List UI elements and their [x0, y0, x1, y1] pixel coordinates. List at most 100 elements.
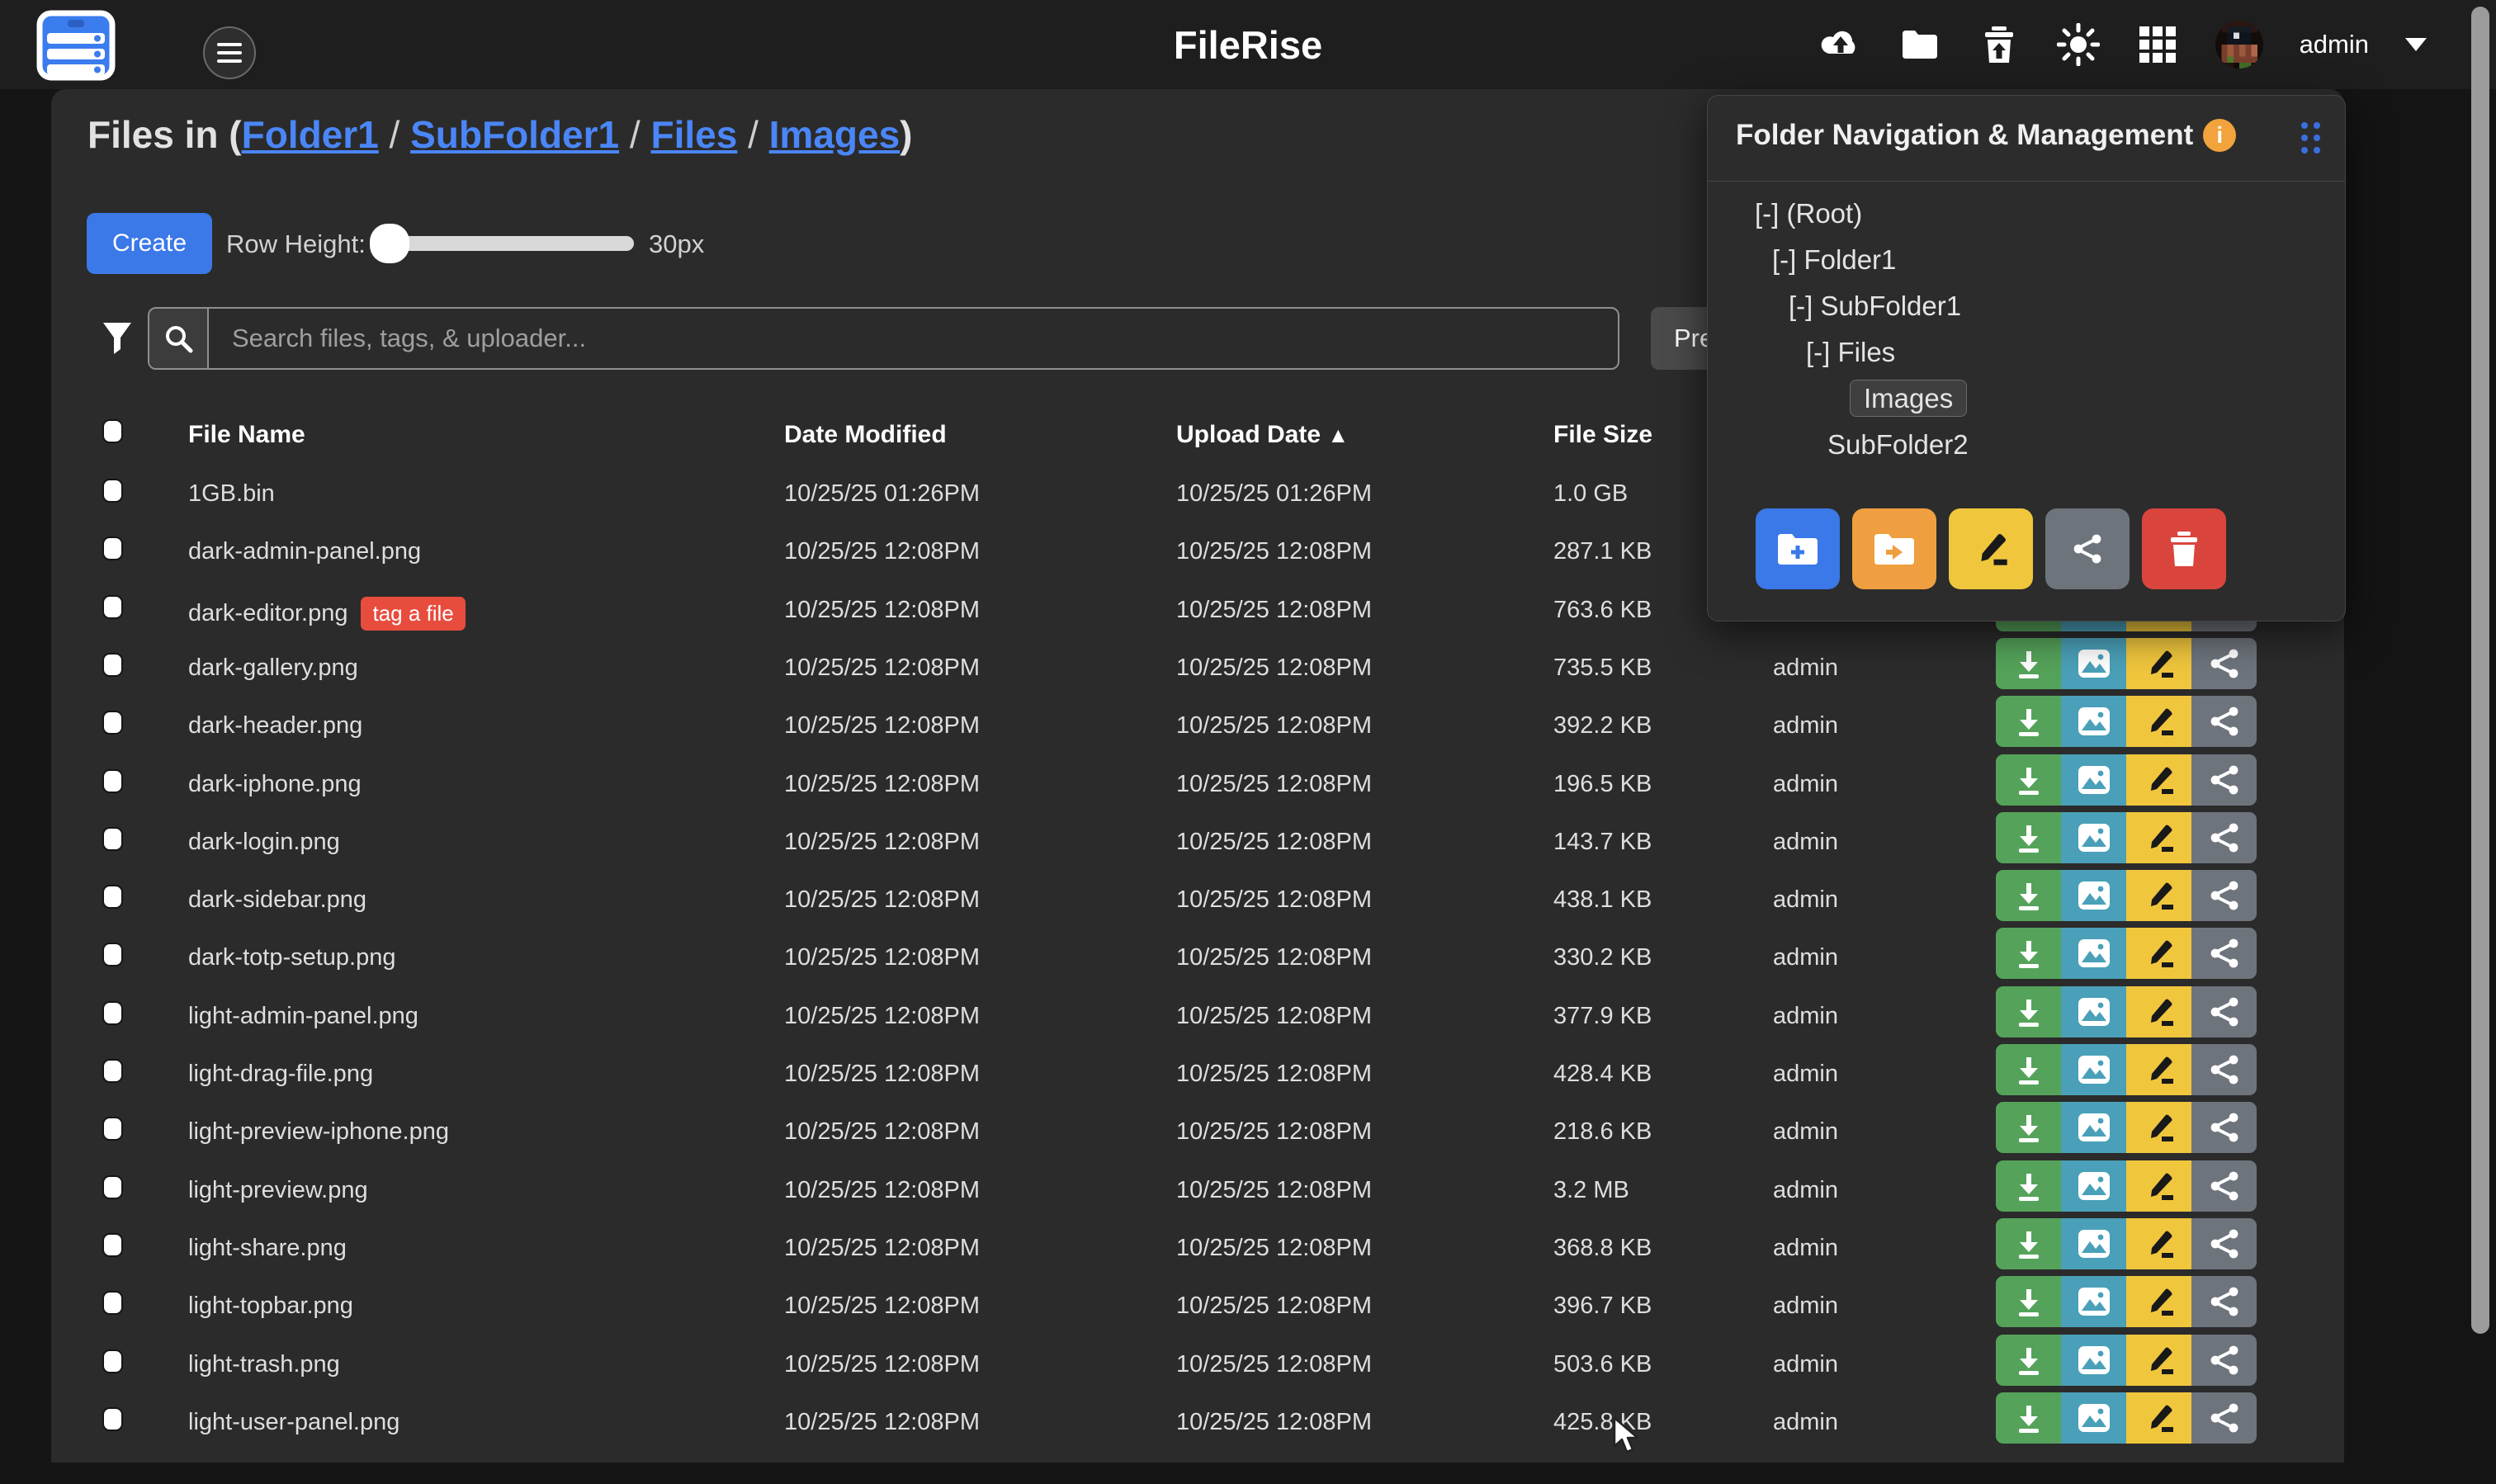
share-button[interactable] [2191, 696, 2257, 747]
edit-button[interactable] [2126, 1044, 2191, 1095]
column-header-file-size[interactable]: File Size [1553, 421, 1652, 449]
file-row[interactable]: light-preview.png10/25/25 12:08PM10/25/2… [51, 1159, 2344, 1217]
file-name[interactable]: dark-editor.pngtag a file [188, 597, 466, 631]
file-row[interactable]: light-admin-panel.png10/25/25 12:08PM10/… [51, 985, 2344, 1042]
row-checkbox[interactable] [102, 711, 123, 735]
download-button[interactable] [1996, 1276, 2061, 1327]
file-name[interactable]: dark-iphone.png [188, 771, 362, 798]
select-all-checkbox[interactable] [102, 419, 123, 443]
file-row[interactable]: dark-gallery.png10/25/25 12:08PM10/25/25… [51, 636, 2344, 694]
row-checkbox[interactable] [102, 1059, 123, 1083]
share-button[interactable] [2191, 1044, 2257, 1095]
download-button[interactable] [1996, 1102, 2061, 1153]
file-row[interactable]: light-trash.png10/25/25 12:08PM10/25/25 … [51, 1333, 2344, 1391]
file-row[interactable]: light-user-panel.png10/25/25 12:08PM10/2… [51, 1391, 2344, 1449]
edit-button[interactable] [2126, 696, 2191, 747]
preview-image-button[interactable] [2061, 1276, 2126, 1327]
download-button[interactable] [1996, 754, 2061, 806]
preview-image-button[interactable] [2061, 696, 2126, 747]
folder-icon[interactable] [1898, 23, 1941, 66]
edit-button[interactable] [2126, 1276, 2191, 1327]
file-row[interactable]: light-share.png10/25/25 12:08PM10/25/25 … [51, 1217, 2344, 1274]
upload-cloud-icon[interactable] [1819, 23, 1862, 66]
folder-tree-item-files[interactable]: [-] Files [1806, 337, 1895, 368]
row-checkbox[interactable] [102, 595, 123, 619]
file-name[interactable]: light-trash.png [188, 1351, 340, 1378]
file-row[interactable]: dark-sidebar.png10/25/25 12:08PM10/25/25… [51, 868, 2344, 926]
download-button[interactable] [1996, 1218, 2061, 1269]
edit-button[interactable] [2126, 986, 2191, 1037]
info-icon[interactable]: i [2203, 119, 2236, 152]
row-checkbox[interactable] [102, 536, 123, 560]
preview-image-button[interactable] [2061, 1044, 2126, 1095]
row-checkbox[interactable] [102, 1233, 123, 1257]
preview-image-button[interactable] [2061, 928, 2126, 979]
file-name[interactable]: light-preview.png [188, 1177, 368, 1204]
download-button[interactable] [1996, 870, 2061, 921]
breadcrumb-link-files[interactable]: Files [650, 113, 737, 156]
edit-button[interactable] [2126, 1218, 2191, 1269]
file-row[interactable]: light-preview-iphone.png10/25/25 12:08PM… [51, 1100, 2344, 1158]
file-name[interactable]: dark-totp-setup.png [188, 944, 395, 971]
share-button[interactable] [2191, 638, 2257, 689]
download-button[interactable] [1996, 986, 2061, 1037]
file-row[interactable]: dark-totp-setup.png10/25/25 12:08PM10/25… [51, 926, 2344, 984]
share-button[interactable] [2191, 1335, 2257, 1386]
file-row[interactable]: light-drag-file.png10/25/25 12:08PM10/25… [51, 1042, 2344, 1100]
row-checkbox[interactable] [102, 1175, 123, 1199]
share-button[interactable] [2191, 1102, 2257, 1153]
preview-image-button[interactable] [2061, 1218, 2126, 1269]
file-name[interactable]: dark-admin-panel.png [188, 538, 421, 565]
row-height-slider-thumb[interactable] [370, 224, 409, 263]
edit-button[interactable] [2126, 928, 2191, 979]
edit-button[interactable] [2126, 1102, 2191, 1153]
search-input[interactable] [209, 309, 1618, 368]
download-button[interactable] [1996, 1160, 2061, 1212]
breadcrumb-link-images[interactable]: Images [769, 113, 901, 156]
edit-button[interactable] [2126, 1160, 2191, 1212]
row-checkbox[interactable] [102, 827, 123, 851]
folder-tree-item-folder1[interactable]: [-] Folder1 [1772, 244, 1896, 276]
file-row[interactable]: dark-iphone.png10/25/25 12:08PM10/25/25 … [51, 753, 2344, 811]
download-button[interactable] [1996, 812, 2061, 863]
folder-tree-item-subfolder1[interactable]: [-] SubFolder1 [1789, 291, 1961, 322]
column-header-date-modified[interactable]: Date Modified [784, 421, 947, 449]
edit-button[interactable] [2126, 638, 2191, 689]
download-button[interactable] [1996, 1335, 2061, 1386]
share-button[interactable] [2191, 1218, 2257, 1269]
share-button[interactable] [2191, 1160, 2257, 1212]
row-checkbox[interactable] [102, 943, 123, 966]
edit-button[interactable] [2126, 1335, 2191, 1386]
preview-image-button[interactable] [2061, 1392, 2126, 1444]
file-name[interactable]: dark-header.png [188, 712, 362, 740]
preview-image-button[interactable] [2061, 986, 2126, 1037]
row-checkbox[interactable] [102, 1001, 123, 1025]
row-checkbox[interactable] [102, 885, 123, 909]
tag-badge[interactable]: tag a file [361, 597, 465, 631]
row-checkbox[interactable] [102, 1291, 123, 1315]
share-folder-button[interactable] [2045, 508, 2130, 589]
folder-tree-item-subfolder2[interactable]: SubFolder2 [1827, 429, 1969, 461]
row-checkbox[interactable] [102, 1117, 123, 1141]
folder-tree-item-root[interactable]: [-] (Root) [1755, 198, 1862, 229]
share-button[interactable] [2191, 986, 2257, 1037]
chevron-down-icon[interactable] [2405, 38, 2427, 51]
search-icon[interactable] [149, 309, 209, 368]
breadcrumb-link-subfolder1[interactable]: SubFolder1 [410, 113, 619, 156]
file-name[interactable]: light-drag-file.png [188, 1061, 373, 1088]
user-avatar[interactable] [2215, 21, 2263, 69]
light-mode-sun-icon[interactable] [2057, 23, 2100, 66]
row-checkbox[interactable] [102, 653, 123, 677]
share-button[interactable] [2191, 1392, 2257, 1444]
grid-view-icon[interactable] [2136, 23, 2179, 66]
file-name[interactable]: light-preview-iphone.png [188, 1118, 449, 1146]
create-button[interactable]: Create [87, 213, 212, 274]
trash-restore-icon[interactable] [1978, 23, 2021, 66]
filter-funnel-icon[interactable] [102, 322, 132, 359]
file-row[interactable]: dark-header.png10/25/25 12:08PM10/25/25 … [51, 694, 2344, 752]
preview-image-button[interactable] [2061, 812, 2126, 863]
breadcrumb-link-folder1[interactable]: Folder1 [242, 113, 379, 156]
row-height-slider[interactable] [371, 236, 634, 251]
file-name[interactable]: 1GB.bin [188, 480, 275, 508]
preview-image-button[interactable] [2061, 1102, 2126, 1153]
